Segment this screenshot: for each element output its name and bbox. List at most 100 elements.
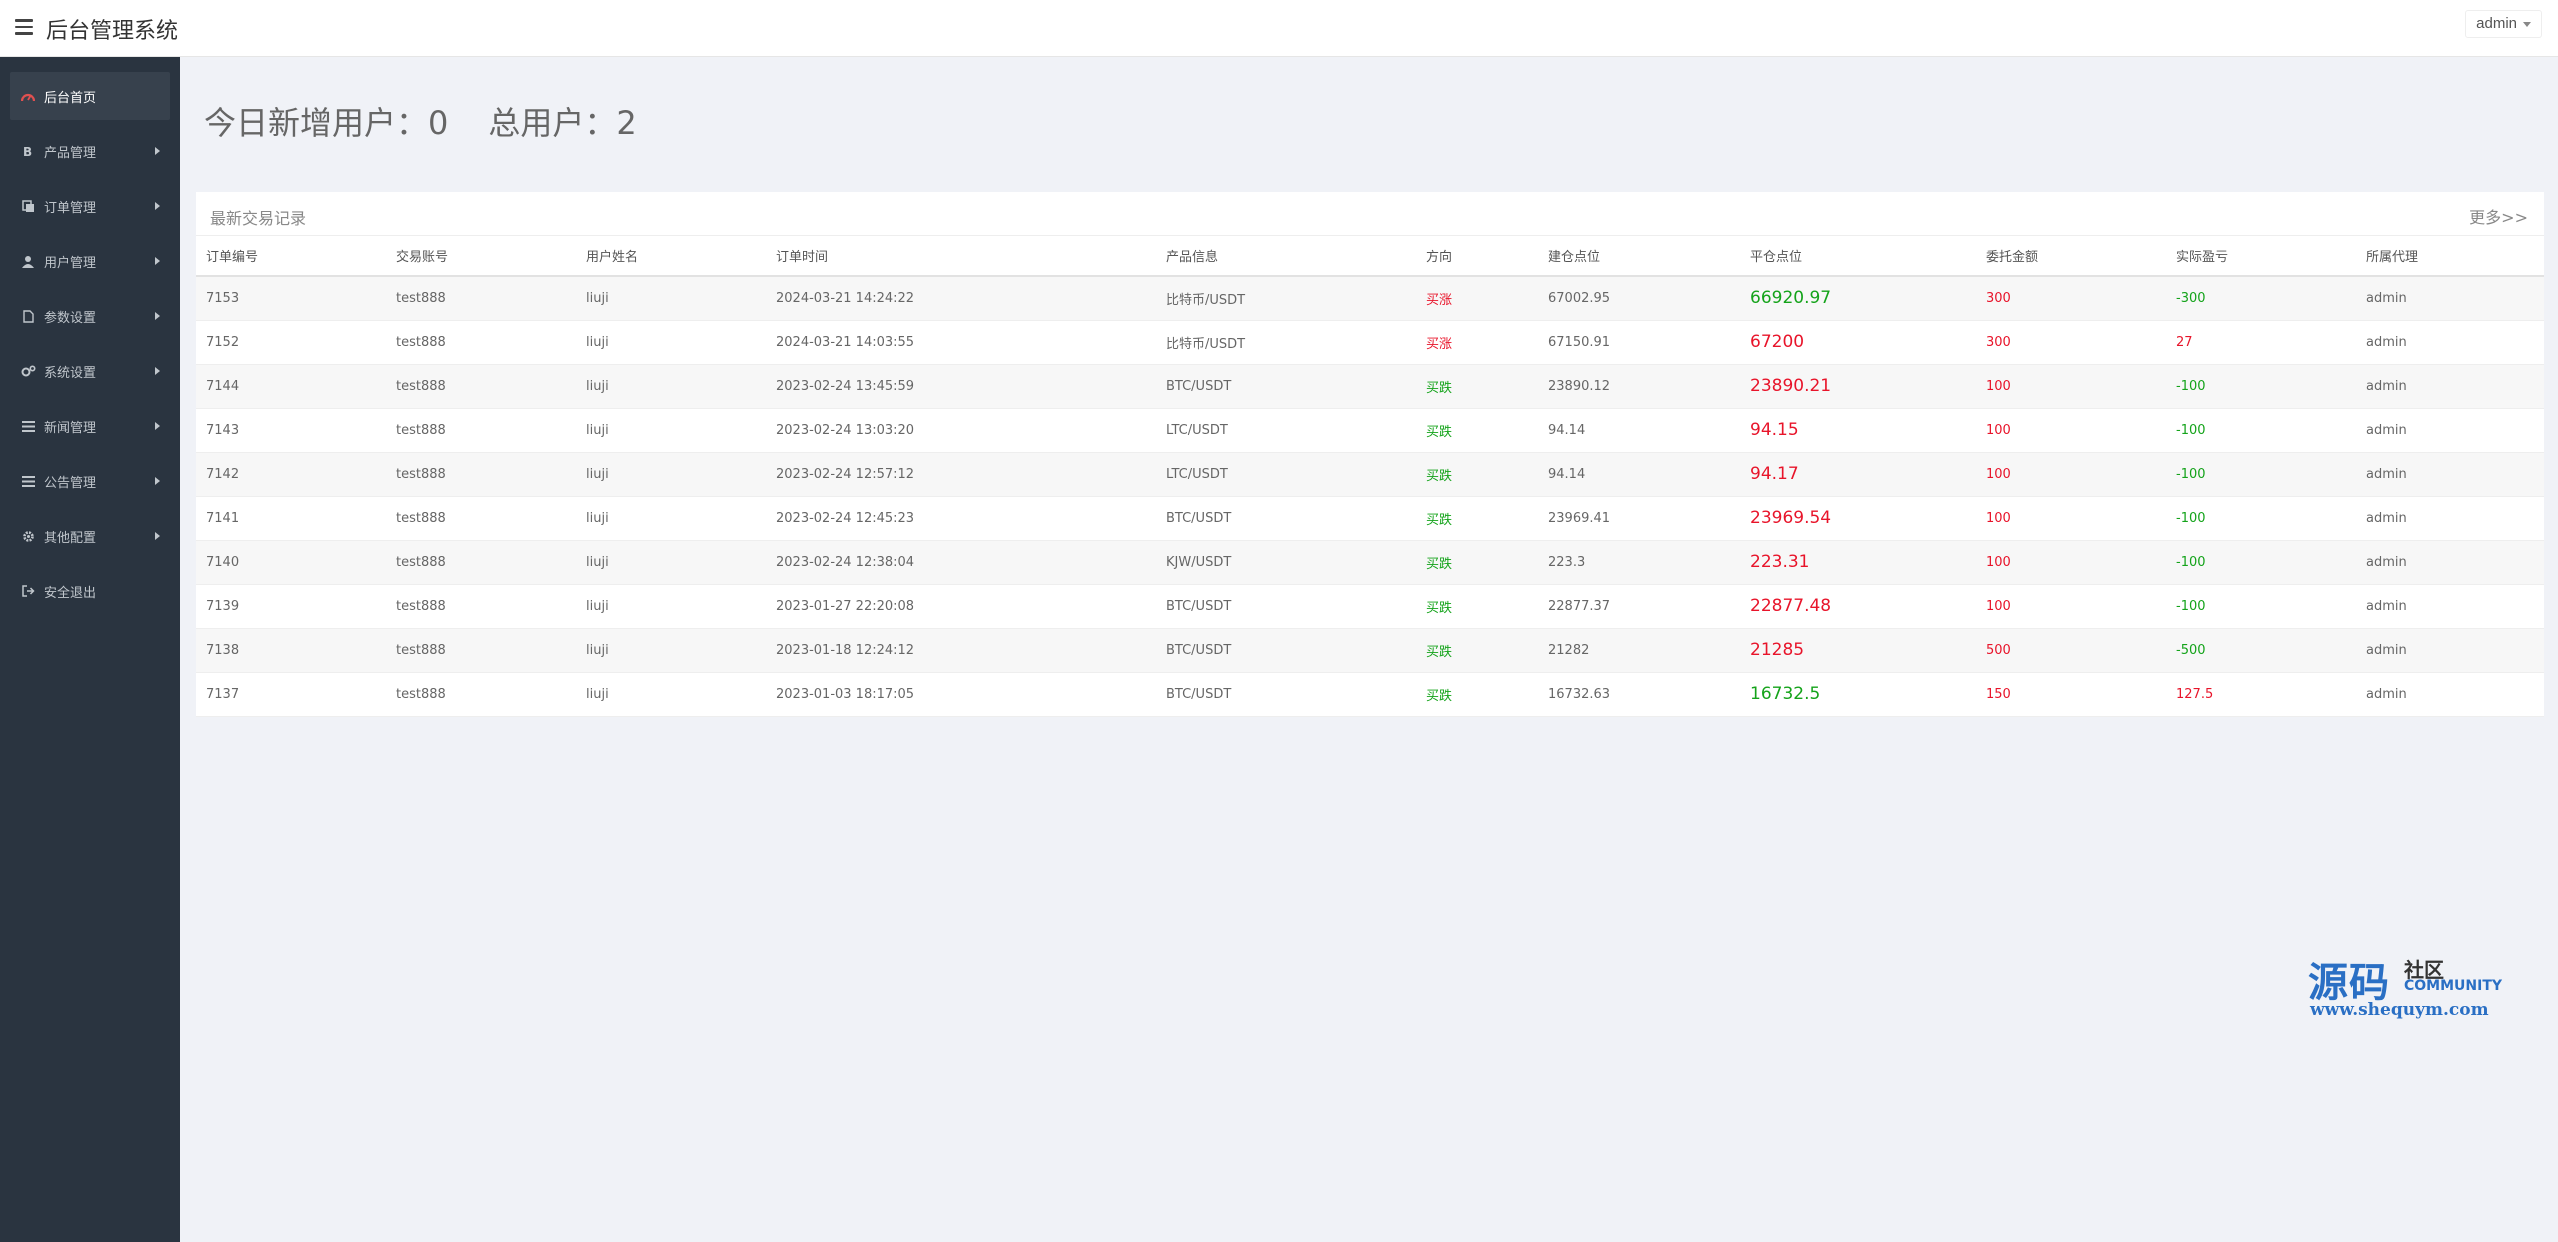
cell-name: liuji	[576, 408, 766, 453]
cell-id: 7142	[196, 452, 386, 497]
cell-amount: 150	[1976, 672, 2166, 717]
cell-name: liuji	[576, 276, 766, 321]
cell-account: test888	[386, 276, 576, 321]
cell-dir: 买跌	[1416, 496, 1538, 541]
sidebar: 后台首页 B 产品管理订单管理用户管理参数设置系统设置新闻管理公告管理其他配置安全退…	[0, 57, 180, 1242]
user-name: admin	[2476, 15, 2517, 32]
cell-time: 2023-02-24 12:45:23	[766, 496, 1156, 541]
cell-id: 7139	[196, 584, 386, 629]
panel-header: 最新交易记录 更多>>	[196, 192, 2544, 236]
table-row: 7137 test888 liuji 2023-01-03 18:17:05 BTC/U…	[196, 672, 2544, 717]
column-header: 订单编号	[196, 236, 386, 277]
cell-close: 16732.5	[1740, 672, 1976, 717]
caret-down-icon	[2523, 21, 2531, 27]
caret-right-icon	[155, 367, 160, 375]
gears-icon	[20, 363, 36, 379]
cell-time: 2023-02-24 12:57:12	[766, 452, 1156, 497]
cell-close: 94.17	[1740, 452, 1976, 497]
cell-id: 7141	[196, 496, 386, 541]
sidebar-item-2[interactable]: 订单管理	[10, 182, 170, 230]
cell-time: 2023-02-24 12:38:04	[766, 540, 1156, 585]
total-users-label: 总用户：	[488, 104, 617, 142]
menu-toggle-icon[interactable]	[15, 19, 33, 35]
sidebar-item-3[interactable]: 用户管理	[10, 237, 170, 285]
sidebar-item-0[interactable]: 后台首页	[10, 72, 170, 120]
cell-name: liuji	[576, 672, 766, 717]
table-header-row: 订单编号 交易账号 用户姓名 订单时间 产品信息 方向 建仓点位 平仓点位 委托金额 实际盈亏 所属…	[196, 236, 2544, 277]
user-dropdown-button[interactable]: admin	[2465, 10, 2542, 38]
cell-product: 比特币/USDT	[1156, 320, 1416, 365]
cell-amount: 100	[1976, 364, 2166, 409]
cell-name: liuji	[576, 364, 766, 409]
sidebar-item-label: 订单管理	[44, 200, 97, 216]
cell-id: 7137	[196, 672, 386, 717]
cell-product: LTC/USDT	[1156, 408, 1416, 453]
cell-id: 7140	[196, 540, 386, 585]
sidebar-item-label: 用户管理	[44, 255, 97, 271]
watermark-url: www.shequym.com	[2310, 1000, 2489, 1020]
cell-dir: 买涨	[1416, 320, 1538, 365]
panel-title: 最新交易记录	[210, 209, 307, 228]
table-row: 7152 test888 liuji 2024-03-21 14:03:55 比特币/U…	[196, 320, 2544, 365]
cell-amount: 300	[1976, 320, 2166, 365]
watermark-en-text: COMMUNITY	[2404, 978, 2503, 994]
column-header: 平仓点位	[1740, 236, 1976, 277]
cell-close: 223.31	[1740, 540, 1976, 585]
sidebar-item-label: 其他配置	[44, 530, 97, 546]
more-link[interactable]: 更多>>	[2469, 204, 2528, 228]
cell-open: 67150.91	[1538, 320, 1740, 365]
list-icon	[20, 418, 36, 434]
cell-pnl: -100	[2166, 584, 2356, 629]
cell-product: BTC/USDT	[1156, 672, 1416, 717]
sidebar-item-8[interactable]: 其他配置	[10, 512, 170, 560]
cell-agent: admin	[2356, 408, 2544, 453]
sidebar-item-label: 安全退出	[44, 585, 97, 601]
cell-id: 7153	[196, 276, 386, 321]
cell-product: BTC/USDT	[1156, 584, 1416, 629]
cell-amount: 100	[1976, 540, 2166, 585]
cell-dir: 买跌	[1416, 452, 1538, 497]
column-header: 交易账号	[386, 236, 576, 277]
column-header: 委托金额	[1976, 236, 2166, 277]
dashboard-icon	[20, 88, 36, 104]
cell-close: 21285	[1740, 628, 1976, 673]
sidebar-item-5[interactable]: 系统设置	[10, 347, 170, 395]
cell-amount: 100	[1976, 408, 2166, 453]
cell-open: 23969.41	[1538, 496, 1740, 541]
cell-account: test888	[386, 364, 576, 409]
column-header: 方向	[1416, 236, 1538, 277]
cell-dir: 买跌	[1416, 628, 1538, 673]
cell-close: 23890.21	[1740, 364, 1976, 409]
cell-id: 7138	[196, 628, 386, 673]
sidebar-item-1[interactable]: B 产品管理	[10, 127, 170, 175]
total-users-value: 2	[616, 104, 637, 142]
cell-account: test888	[386, 452, 576, 497]
cell-dir: 买涨	[1416, 276, 1538, 321]
cell-close: 23969.54	[1740, 496, 1976, 541]
cell-account: test888	[386, 628, 576, 673]
cell-account: test888	[386, 540, 576, 585]
cell-agent: admin	[2356, 584, 2544, 629]
cell-pnl: -300	[2166, 276, 2356, 321]
cell-account: test888	[386, 496, 576, 541]
cell-account: test888	[386, 320, 576, 365]
copy-icon	[20, 198, 36, 214]
sidebar-item-6[interactable]: 新闻管理	[10, 402, 170, 450]
caret-right-icon	[155, 147, 160, 155]
column-header: 实际盈亏	[2166, 236, 2356, 277]
user-stats: 今日新增用户：0 总用户：2	[204, 98, 637, 144]
watermark-logo: 源码 社区 COMMUNITY www.shequym.com	[2306, 950, 2516, 1030]
sidebar-item-7[interactable]: 公告管理	[10, 457, 170, 505]
sidebar-item-label: 参数设置	[44, 310, 97, 326]
cell-open: 94.14	[1538, 452, 1740, 497]
cell-product: LTC/USDT	[1156, 452, 1416, 497]
cell-time: 2023-01-03 18:17:05	[766, 672, 1156, 717]
column-header: 用户姓名	[576, 236, 766, 277]
sidebar-item-4[interactable]: 参数设置	[10, 292, 170, 340]
sidebar-item-9[interactable]: 安全退出	[10, 567, 170, 615]
sidebar-item-label: 后台首页	[44, 90, 97, 106]
cell-product: BTC/USDT	[1156, 496, 1416, 541]
cell-product: BTC/USDT	[1156, 364, 1416, 409]
cell-pnl: -100	[2166, 540, 2356, 585]
cell-pnl: -100	[2166, 364, 2356, 409]
